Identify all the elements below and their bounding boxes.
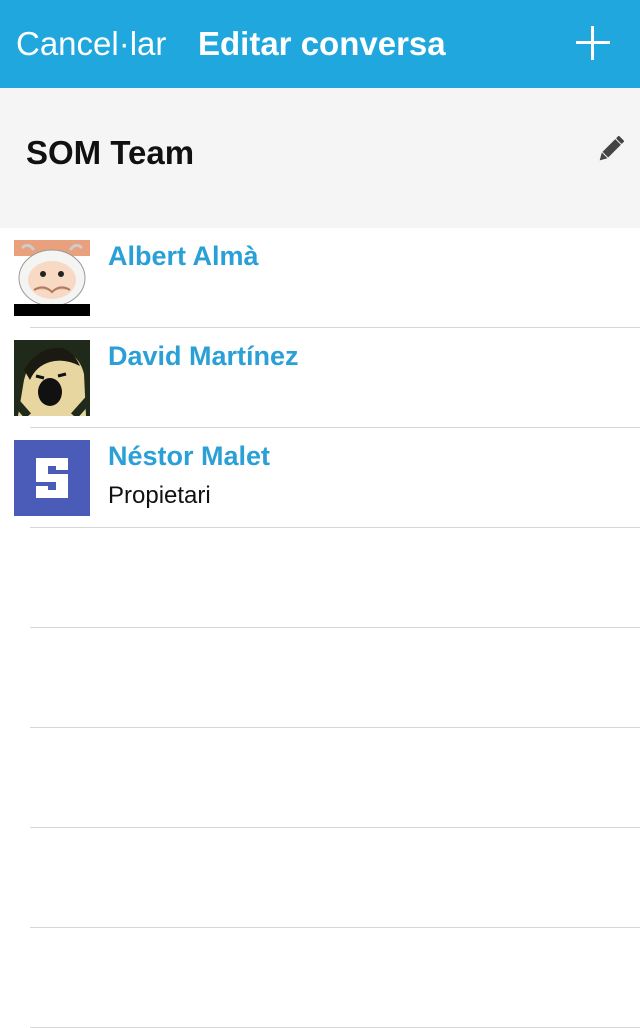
empty-row [0, 628, 640, 728]
page-title: Editar conversa [198, 25, 446, 62]
empty-row [0, 928, 640, 1028]
navigation-bar: Cancel·lar Editar conversa [0, 0, 640, 88]
member-row[interactable]: Albert Almà [0, 228, 640, 328]
member-role: Propietari [108, 482, 211, 509]
member-name: David Martínez [108, 341, 299, 371]
cancel-button[interactable]: Cancel·lar [16, 22, 166, 66]
empty-row [0, 528, 640, 628]
conversation-header: SOM Team [0, 88, 640, 228]
member-row[interactable]: David Martínez [0, 328, 640, 428]
member-row[interactable]: Néstor Malet Propietari [0, 428, 640, 528]
empty-row [0, 828, 640, 928]
cartoon-avatar [14, 240, 90, 316]
plus-icon[interactable] [574, 24, 612, 62]
letter-s-avatar [14, 440, 90, 516]
conversation-name: SOM Team [26, 134, 195, 171]
member-name: Néstor Malet [108, 441, 271, 471]
pencil-icon[interactable] [594, 132, 628, 166]
member-name: Albert Almà [108, 241, 259, 271]
photo-avatar [14, 340, 90, 416]
empty-row [0, 728, 640, 828]
